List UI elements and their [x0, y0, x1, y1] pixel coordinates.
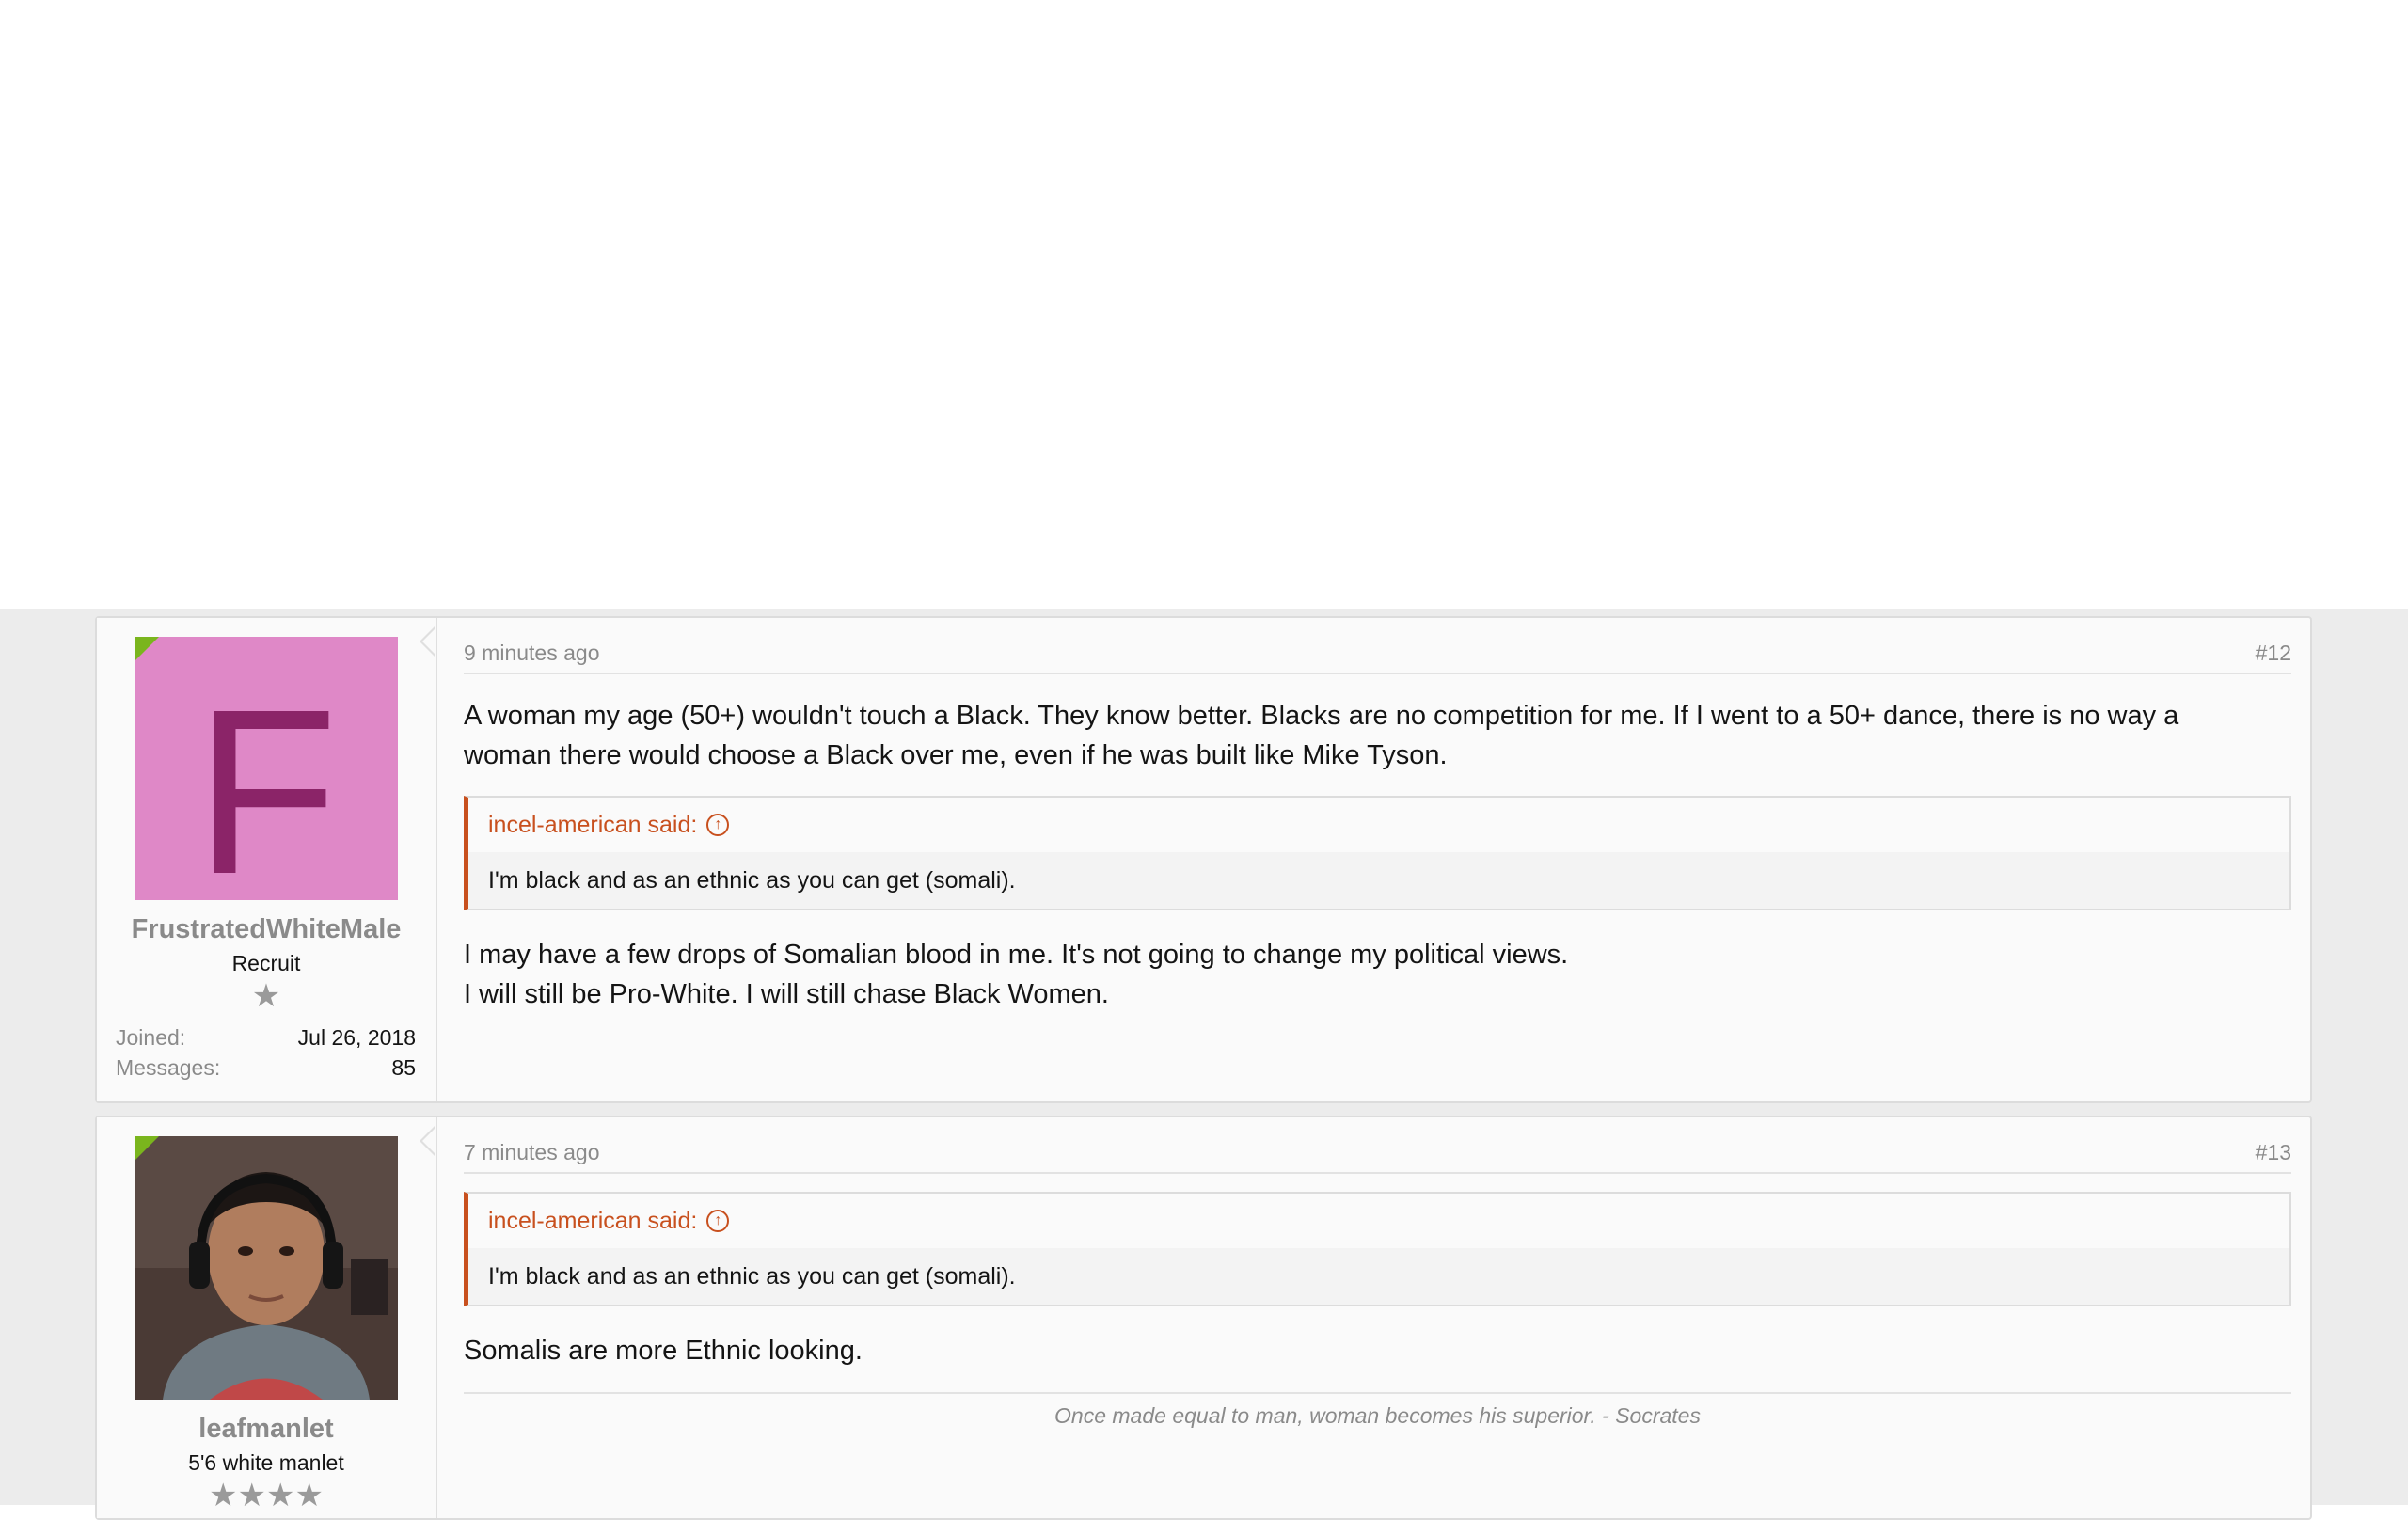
joined-row: Joined: Jul 26, 2018	[116, 1025, 416, 1051]
messages-label: Messages:	[116, 1055, 221, 1080]
quote-header: incel-american said: ↑	[468, 1194, 2289, 1248]
quote-text: I'm black and as an ethnic as you can ge…	[468, 852, 2289, 909]
post-header: 9 minutes ago #12	[464, 637, 2291, 674]
post-arrow	[420, 1126, 436, 1156]
arrow-up-circle-icon[interactable]: ↑	[706, 814, 730, 836]
messages-row: Messages: 85	[116, 1055, 416, 1081]
post-12: F FrustratedWhiteMale Recruit ★ Joined: …	[95, 616, 2312, 1103]
avatar-letter: F	[194, 660, 339, 901]
joined-label: Joined:	[116, 1025, 186, 1050]
joined-value: Jul 26, 2018	[297, 1025, 416, 1050]
message-line: Somalis are more Ethnic looking.	[464, 1336, 863, 1366]
message-text: A woman my age (50+) wouldn't touch a Bl…	[464, 696, 2273, 775]
avatar[interactable]: F	[135, 637, 398, 900]
signature: Once made equal to man, woman becomes hi…	[464, 1392, 2291, 1429]
quote-author-link[interactable]: incel-american said:	[488, 1208, 697, 1235]
rank-stars-icon: ★★★★	[209, 1478, 324, 1513]
quote-block: incel-american said: ↑ I'm black and as …	[464, 796, 2291, 910]
post-header: 7 minutes ago #13	[464, 1136, 2291, 1174]
post-user-info: leafmanlet 5'6 white manlet ★★★★	[97, 1117, 437, 1518]
message-text: I may have a few drops of Somalian blood…	[464, 935, 2273, 1014]
blank-top-area	[0, 0, 2408, 609]
post-time-link[interactable]: 9 minutes ago	[464, 641, 599, 666]
quote-text: I'm black and as an ethnic as you can ge…	[468, 1248, 2289, 1305]
message-line: I may have a few drops of Somalian blood…	[464, 940, 1569, 970]
post-arrow	[420, 626, 436, 657]
avatar[interactable]	[135, 1136, 398, 1400]
message-text: Somalis are more Ethnic looking.	[464, 1331, 2273, 1370]
user-title: 5'6 white manlet	[188, 1450, 344, 1475]
messages-value[interactable]: 85	[391, 1055, 416, 1081]
username-link[interactable]: leafmanlet	[97, 1414, 436, 1445]
avatar-letter-box[interactable]: F	[135, 637, 398, 900]
user-title: Recruit	[231, 951, 301, 975]
post-user-info: F FrustratedWhiteMale Recruit ★ Joined: …	[97, 618, 437, 1101]
message-line: A woman my age (50+) wouldn't touch a Bl…	[464, 701, 2179, 731]
post-number-link[interactable]: #13	[2256, 1140, 2291, 1165]
message-line: I will still be Pro-White. I will still …	[464, 979, 1109, 1009]
post-number-link[interactable]: #12	[2256, 641, 2291, 666]
arrow-up-circle-icon[interactable]: ↑	[706, 1210, 730, 1232]
message-line: woman there would choose a Black over me…	[464, 740, 1448, 770]
online-indicator-icon	[135, 637, 159, 661]
rank-stars-icon: ★	[251, 978, 281, 1014]
online-indicator-icon	[135, 1136, 159, 1161]
quote-author-link[interactable]: incel-american said:	[488, 812, 697, 839]
post-13: leafmanlet 5'6 white manlet ★★★★ 7 minut…	[95, 1116, 2312, 1520]
quote-header: incel-american said: ↑	[468, 798, 2289, 852]
username-link[interactable]: FrustratedWhiteMale	[97, 914, 436, 945]
quote-block: incel-american said: ↑ I'm black and as …	[464, 1192, 2291, 1306]
post-time-link[interactable]: 7 minutes ago	[464, 1140, 599, 1165]
avatar-photo[interactable]	[135, 1136, 398, 1400]
